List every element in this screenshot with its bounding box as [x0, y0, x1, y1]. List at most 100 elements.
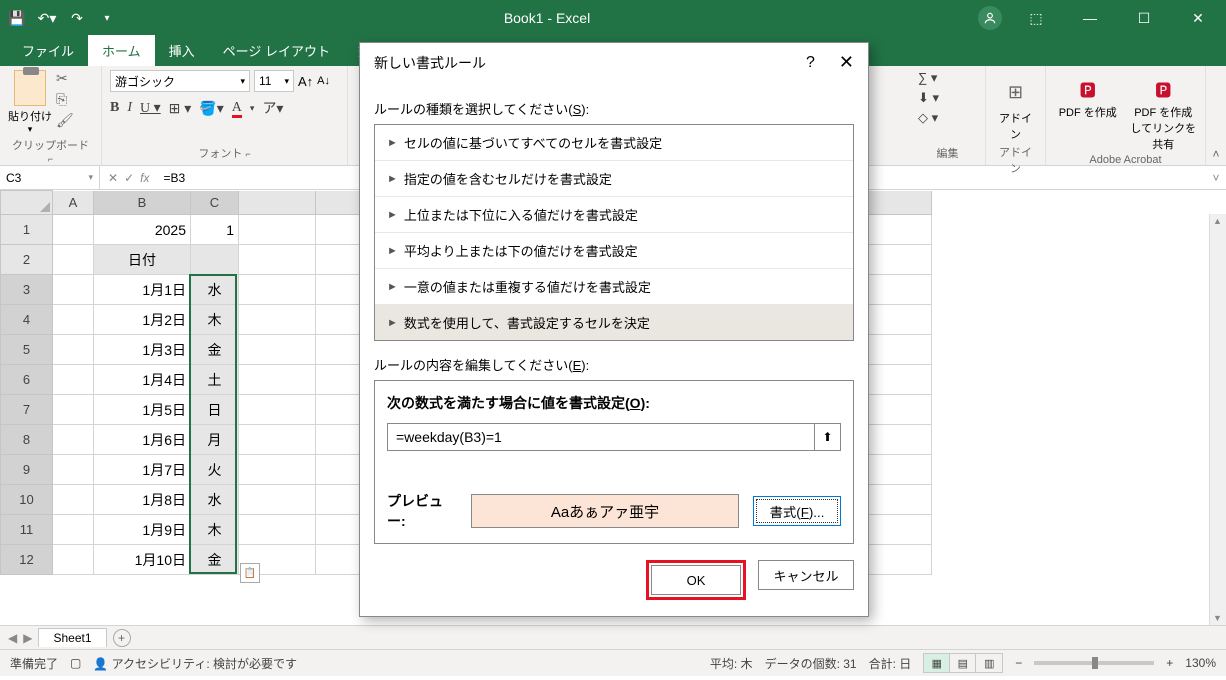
- pdf-share-button[interactable]: 🅿 PDF を作成してリンクを共有: [1130, 74, 1198, 152]
- cell[interactable]: [53, 425, 94, 455]
- row-header[interactable]: 12: [1, 545, 53, 575]
- name-box[interactable]: C3▾: [0, 166, 100, 189]
- sheet-nav-prev-icon[interactable]: ◀: [8, 631, 17, 645]
- font-color-icon[interactable]: A: [232, 100, 242, 116]
- cancel-formula-icon[interactable]: ✕: [108, 171, 118, 185]
- normal-view-icon[interactable]: ▦: [924, 654, 950, 672]
- undo-icon[interactable]: ↶▾: [38, 9, 56, 27]
- row-header[interactable]: 2: [1, 245, 53, 275]
- sheet-tab[interactable]: Sheet1: [38, 628, 106, 647]
- font-name-selector[interactable]: 游ゴシック▾: [110, 70, 250, 92]
- ok-button[interactable]: OK: [651, 565, 741, 595]
- user-avatar-icon[interactable]: [978, 6, 1002, 30]
- sheet-nav-next-icon[interactable]: ▶: [23, 631, 32, 645]
- rule-type-item[interactable]: ►セルの値に基づいてすべてのセルを書式設定: [375, 125, 853, 161]
- redo-icon[interactable]: ↷: [68, 9, 86, 27]
- tab-file[interactable]: ファイル: [8, 35, 88, 66]
- row-header[interactable]: 11: [1, 515, 53, 545]
- cell[interactable]: [53, 335, 94, 365]
- border-icon[interactable]: ⊞ ▾: [169, 100, 192, 117]
- zoom-out-icon[interactable]: −: [1015, 656, 1022, 670]
- row-header[interactable]: 1: [1, 215, 53, 245]
- phonetic-icon[interactable]: ア▾: [262, 98, 283, 118]
- cell[interactable]: [239, 365, 316, 395]
- tab-home[interactable]: ホーム: [88, 35, 155, 66]
- cell[interactable]: 火: [191, 455, 239, 485]
- format-painter-icon[interactable]: 🖌: [56, 112, 74, 129]
- cell[interactable]: [53, 455, 94, 485]
- cell[interactable]: 金: [191, 545, 239, 575]
- cell[interactable]: [53, 365, 94, 395]
- cell[interactable]: 木: [191, 305, 239, 335]
- rule-type-list[interactable]: ►セルの値に基づいてすべてのセルを書式設定►指定の値を含むセルだけを書式設定►上…: [374, 124, 854, 341]
- rule-type-item[interactable]: ►指定の値を含むセルだけを書式設定: [375, 161, 853, 197]
- cell[interactable]: [239, 395, 316, 425]
- cell[interactable]: [239, 335, 316, 365]
- dialog-close-icon[interactable]: ✕: [839, 52, 854, 73]
- italic-button[interactable]: I: [127, 100, 132, 116]
- cell[interactable]: 木: [191, 515, 239, 545]
- cell[interactable]: 月: [191, 425, 239, 455]
- fill-color-icon[interactable]: 🪣▾: [199, 100, 223, 117]
- vertical-scrollbar[interactable]: [1209, 214, 1226, 625]
- zoom-slider[interactable]: [1034, 661, 1154, 665]
- cell[interactable]: [239, 305, 316, 335]
- row-header[interactable]: 8: [1, 425, 53, 455]
- row-header[interactable]: 7: [1, 395, 53, 425]
- copy-icon[interactable]: ⎘: [56, 91, 74, 108]
- view-mode-switcher[interactable]: ▦ ▤ ▥: [923, 653, 1003, 673]
- column-header[interactable]: [239, 191, 316, 215]
- cell[interactable]: [239, 485, 316, 515]
- cell[interactable]: 土: [191, 365, 239, 395]
- dialog-help-icon[interactable]: ?: [806, 54, 815, 72]
- pdf-create-button[interactable]: 🅿 PDF を作成: [1054, 74, 1122, 152]
- cell[interactable]: [191, 245, 239, 275]
- cell[interactable]: 1月1日: [94, 275, 191, 305]
- macro-record-icon[interactable]: ▢: [70, 656, 81, 670]
- maximize-icon[interactable]: ☐: [1124, 3, 1164, 33]
- decrease-font-icon[interactable]: A↓: [317, 75, 330, 87]
- cell[interactable]: 1月3日: [94, 335, 191, 365]
- column-header[interactable]: B: [94, 191, 191, 215]
- increase-font-icon[interactable]: A↑: [298, 74, 313, 89]
- cell[interactable]: 1月5日: [94, 395, 191, 425]
- paste-button[interactable]: 貼り付け ▾: [8, 70, 52, 135]
- autosum-icon[interactable]: ∑ ▾: [918, 70, 937, 86]
- rule-type-item[interactable]: ►一意の値または重複する値だけを書式設定: [375, 269, 853, 305]
- cell[interactable]: [53, 275, 94, 305]
- page-break-view-icon[interactable]: ▥: [976, 654, 1002, 672]
- cell[interactable]: [53, 245, 94, 275]
- cell[interactable]: 1月9日: [94, 515, 191, 545]
- cell[interactable]: [53, 545, 94, 575]
- cell[interactable]: 金: [191, 335, 239, 365]
- rule-type-item[interactable]: ►数式を使用して、書式設定するセルを決定: [375, 305, 853, 340]
- cell[interactable]: 日付: [94, 245, 191, 275]
- page-layout-view-icon[interactable]: ▤: [950, 654, 976, 672]
- tab-page-layout[interactable]: ページ レイアウト: [209, 35, 344, 66]
- cell[interactable]: [53, 395, 94, 425]
- cell[interactable]: 2025: [94, 215, 191, 245]
- minimize-icon[interactable]: —: [1070, 3, 1110, 33]
- fill-icon[interactable]: ⬇ ▾: [918, 90, 939, 106]
- underline-button[interactable]: U ▾: [140, 100, 161, 117]
- cell[interactable]: [239, 425, 316, 455]
- cell[interactable]: 1: [191, 215, 239, 245]
- cell[interactable]: [239, 215, 316, 245]
- column-header[interactable]: A: [53, 191, 94, 215]
- cell[interactable]: [53, 215, 94, 245]
- cell[interactable]: [239, 515, 316, 545]
- qat-dropdown-icon[interactable]: ▾: [98, 9, 116, 27]
- collapse-ribbon-icon[interactable]: ˄: [1206, 66, 1226, 165]
- cell[interactable]: 1月4日: [94, 365, 191, 395]
- row-header[interactable]: 5: [1, 335, 53, 365]
- insert-function-icon[interactable]: fx: [140, 171, 149, 185]
- cell[interactable]: 水: [191, 485, 239, 515]
- collapse-dialog-icon[interactable]: ⬆: [815, 423, 841, 451]
- bold-button[interactable]: B: [110, 100, 119, 116]
- enter-formula-icon[interactable]: ✓: [124, 171, 134, 185]
- clear-icon[interactable]: ◇ ▾: [918, 110, 938, 126]
- cell[interactable]: [53, 485, 94, 515]
- rule-formula-input[interactable]: [387, 423, 815, 451]
- cell[interactable]: [239, 275, 316, 305]
- row-header[interactable]: 9: [1, 455, 53, 485]
